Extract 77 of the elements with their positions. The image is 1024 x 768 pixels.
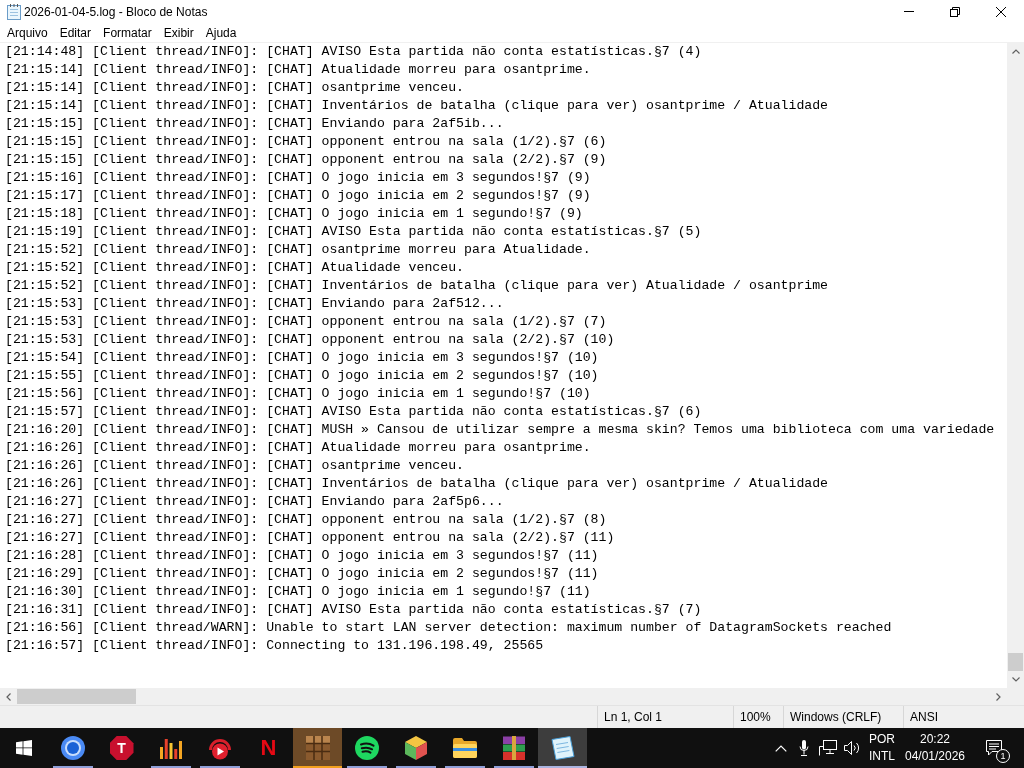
log-line: [21:15:54] [Client thread/INFO]: [CHAT] O jogo inicia em 3 segundos!§7 (10) — [5, 349, 599, 367]
caret-left-icon — [6, 692, 11, 701]
log-line: [21:15:55] [Client thread/INFO]: [CHAT] O jogo inicia em 2 segundos!§7 (10) — [5, 367, 599, 385]
log-line: [21:16:28] [Client thread/INFO]: [CHAT] O jogo inicia em 3 segundos!§7 (11) — [5, 547, 599, 565]
notepad-icon — [7, 3, 21, 20]
log-line: [21:15:52] [Client thread/INFO]: [CHAT] Atualidade venceu. — [5, 259, 464, 277]
input-language-button[interactable]: POR INTL — [868, 728, 896, 768]
windows-logo-icon — [16, 740, 32, 756]
menu-item[interactable]: Ajuda — [199, 23, 243, 42]
log-line: [21:15:53] [Client thread/INFO]: [CHAT] opponent entrou na sala (1/2).§7 (7) — [5, 313, 607, 331]
circle-waves-icon — [354, 736, 379, 760]
log-line: [21:15:15] [Client thread/INFO]: [CHAT] opponent entrou na sala (1/2).§7 (6) — [5, 133, 607, 151]
folder-icon — [452, 738, 477, 758]
log-line: [21:16:30] [Client thread/INFO]: [CHAT] O jogo inicia em 1 segundo!§7 (11) — [5, 583, 591, 601]
stacked-books-icon — [501, 736, 526, 760]
clock-button[interactable]: 20:22 04/01/2026 — [896, 728, 974, 768]
vertical-scrollbar[interactable] — [1007, 43, 1024, 688]
microphone-icon[interactable] — [799, 740, 809, 756]
log-line: [21:15:57] [Client thread/INFO]: [CHAT] AVISO Esta partida não conta estatísticas.§7 (6) — [5, 403, 702, 421]
close-icon — [996, 6, 1006, 17]
log-line: [21:16:26] [Client thread/INFO]: [CHAT] Inventários de batalha (clique para ver) osantprime / Atualidade — [5, 475, 829, 493]
window-title: 2026-01-04-5.log - Bloco de Notas — [24, 4, 209, 19]
menu-item[interactable]: Formatar — [97, 23, 158, 42]
chevron-up-icon[interactable] — [774, 744, 787, 752]
network-icon[interactable] — [819, 740, 837, 756]
menu-item[interactable]: Editar — [53, 23, 98, 42]
restore-icon — [950, 6, 960, 17]
taskbar-button[interactable] — [293, 728, 342, 768]
log-line: [21:16:27] [Client thread/INFO]: [CHAT] opponent entrou na sala (1/2).§7 (8) — [5, 511, 607, 529]
menu-item[interactable]: Exibir — [157, 23, 200, 42]
bar-chart-icon — [159, 737, 182, 759]
menu-item[interactable]: Arquivo — [1, 23, 54, 42]
taskbar-button[interactable]: T — [97, 728, 146, 768]
log-line: [21:16:31] [Client thread/INFO]: [CHAT] AVISO Esta partida não conta estatísticas.§7 (7) — [5, 601, 702, 619]
log-line: [21:16:27] [Client thread/INFO]: [CHAT] Enviando para 2af5p6... — [5, 493, 504, 511]
log-line: [21:15:17] [Client thread/INFO]: [CHAT] O jogo inicia em 2 segundos!§7 (9) — [5, 187, 591, 205]
log-line: [21:16:57] [Client thread/INFO]: Connecting to 131.196.198.49, 25565 — [5, 637, 544, 655]
taskbar-button[interactable]: N — [244, 728, 293, 768]
letter-logo: N — [260, 737, 277, 759]
notifications-button[interactable]: 1 — [974, 728, 1014, 768]
scrollbar-thumb[interactable] — [1008, 653, 1023, 671]
minimize-icon — [904, 11, 914, 12]
taskbar-button[interactable] — [538, 728, 587, 768]
log-line: [21:15:53] [Client thread/INFO]: [CHAT] Enviando para 2af512... — [5, 295, 504, 313]
log-line: [21:16:26] [Client thread/INFO]: [CHAT] osantprime venceu. — [5, 457, 464, 475]
notification-icon — [986, 740, 1002, 756]
log-line: [21:15:15] [Client thread/INFO]: [CHAT] opponent entrou na sala (2/2).§7 (9) — [5, 151, 607, 169]
log-line: [21:15:19] [Client thread/INFO]: [CHAT] AVISO Esta partida não conta estatísticas.§7 (5) — [5, 223, 702, 241]
wood-block-icon — [305, 736, 330, 760]
log-line: [21:15:53] [Client thread/INFO]: [CHAT] opponent entrou na sala (2/2).§7 (10) — [5, 331, 615, 349]
log-line: [21:16:29] [Client thread/INFO]: [CHAT] O jogo inicia em 2 segundos!§7 (11) — [5, 565, 599, 583]
cube-icon — [404, 736, 427, 760]
log-line: [21:16:56] [Client thread/WARN]: Unable to start LAN server detection: maximum number of DatagramSockets reached — [5, 619, 892, 637]
speaker-icon[interactable] — [844, 741, 860, 755]
headset-play-icon — [207, 736, 232, 760]
caret-down-icon — [1011, 677, 1020, 682]
notification-count: 1 — [996, 749, 1010, 763]
caret-up-icon — [1011, 49, 1020, 54]
log-line: [21:15:52] [Client thread/INFO]: [CHAT] Inventários de batalha (clique para ver) Atualidade / osantprime — [5, 277, 829, 295]
log-line: [21:16:20] [Client thread/INFO]: [CHAT] MUSH » Cansou de utilizar sempre a mesma skin? Temos uma biblioteca com uma variedade — [5, 421, 995, 439]
log-line: [21:15:16] [Client thread/INFO]: [CHAT] O jogo inicia em 3 segundos!§7 (9) — [5, 169, 591, 187]
log-line: [21:15:14] [Client thread/INFO]: [CHAT] osantprime venceu. — [5, 79, 464, 97]
log-line: [21:15:52] [Client thread/INFO]: [CHAT] osantprime morreu para Atualidade. — [5, 241, 591, 259]
log-line: [21:15:18] [Client thread/INFO]: [CHAT] O jogo inicia em 1 segundo!§7 (9) — [5, 205, 583, 223]
log-line: [21:15:15] [Client thread/INFO]: [CHAT] Enviando para 2af5ib... — [5, 115, 504, 133]
circle-logo-icon — [60, 736, 85, 760]
log-line: [21:15:14] [Client thread/INFO]: [CHAT] Inventários de batalha (clique para ver) osantprime / Atualidade — [5, 97, 829, 115]
scrollbar-thumb[interactable] — [17, 689, 136, 704]
horizontal-scrollbar[interactable] — [0, 688, 1007, 705]
notepad-icon — [550, 736, 575, 760]
log-line: [21:15:14] [Client thread/INFO]: [CHAT] Atualidade morreu para osantprime. — [5, 61, 591, 79]
log-line: [21:16:27] [Client thread/INFO]: [CHAT] opponent entrou na sala (2/2).§7 (11) — [5, 529, 615, 547]
log-line: [21:16:26] [Client thread/INFO]: [CHAT] Atualidade morreu para osantprime. — [5, 439, 591, 457]
log-line: [21:15:56] [Client thread/INFO]: [CHAT] O jogo inicia em 1 segundo!§7 (10) — [5, 385, 591, 403]
caret-right-icon — [996, 692, 1001, 701]
octagon-logo: T — [109, 736, 134, 760]
log-line: [21:14:48] [Client thread/INFO]: [CHAT] AVISO Esta partida não conta estatísticas.§7 (4) — [5, 43, 702, 61]
